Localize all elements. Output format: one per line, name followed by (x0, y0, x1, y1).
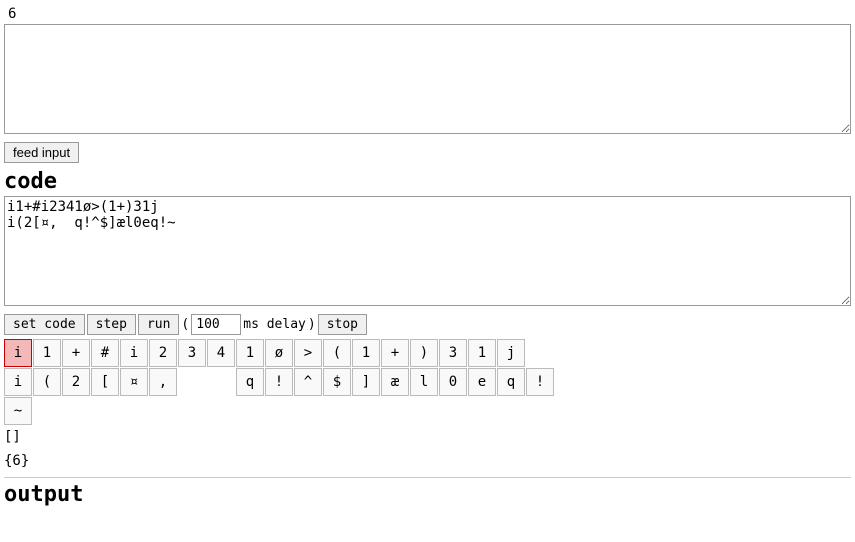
char-cell[interactable]: ! (265, 368, 293, 396)
char-cell[interactable]: j (497, 339, 525, 367)
code-label: code (4, 169, 851, 194)
char-cell[interactable]: i (4, 339, 32, 367)
char-cell[interactable]: ( (33, 368, 61, 396)
paren-open: ( (181, 317, 189, 332)
output-label: output (4, 482, 851, 507)
char-cell[interactable]: > (294, 339, 322, 367)
char-cell[interactable]: ] (352, 368, 380, 396)
stop-button[interactable]: stop (318, 314, 367, 335)
char-cell[interactable]: ! (526, 368, 554, 396)
char-cell[interactable]: 1 (33, 339, 61, 367)
char-cell[interactable]: q (497, 368, 525, 396)
result-line: {6} (4, 453, 851, 469)
char-cell[interactable]: ø (265, 339, 293, 367)
char-cell[interactable]: i (4, 368, 32, 396)
toolbar: set code step run ( ms delay ) stop (4, 314, 851, 335)
char-cell[interactable]: 1 (236, 339, 264, 367)
char-cell[interactable]: # (91, 339, 119, 367)
ms-delay-input[interactable] (191, 314, 241, 335)
char-cell[interactable]: + (381, 339, 409, 367)
step-button[interactable]: step (87, 314, 136, 335)
char-cell (207, 368, 235, 396)
char-cell[interactable]: ¤ (120, 368, 148, 396)
char-cell[interactable]: 1 (352, 339, 380, 367)
top-number: 6 (4, 4, 851, 24)
set-code-button[interactable]: set code (4, 314, 85, 335)
char-cell[interactable]: + (62, 339, 90, 367)
char-cell[interactable]: 3 (439, 339, 467, 367)
feed-input-button[interactable]: feed input (4, 142, 79, 163)
char-cell[interactable]: 2 (62, 368, 90, 396)
char-cell (526, 339, 554, 367)
char-cell[interactable]: ( (323, 339, 351, 367)
char-grid: i1+#i2341ø>(1+)31ji(2[¤,q!^$]æl0eq!~ (4, 339, 851, 425)
ms-delay-label: ms delay (243, 317, 306, 332)
char-cell[interactable]: q (236, 368, 264, 396)
char-cell[interactable]: e (468, 368, 496, 396)
char-cell[interactable]: 3 (178, 339, 206, 367)
char-cell[interactable]: l (410, 368, 438, 396)
run-button[interactable]: run (138, 314, 179, 335)
char-cell[interactable]: 0 (439, 368, 467, 396)
code-textarea[interactable] (4, 196, 851, 306)
char-cell[interactable]: æ (381, 368, 409, 396)
char-cell[interactable]: ^ (294, 368, 322, 396)
char-cell[interactable]: 2 (149, 339, 177, 367)
char-cell (178, 368, 206, 396)
char-cell[interactable]: ) (410, 339, 438, 367)
brackets-line: [] (4, 429, 851, 445)
char-cell[interactable]: i (120, 339, 148, 367)
char-cell[interactable]: ~ (4, 397, 32, 425)
top-textarea[interactable] (4, 24, 851, 134)
char-cell[interactable]: 1 (468, 339, 496, 367)
char-cell[interactable]: $ (323, 368, 351, 396)
char-cell[interactable]: 4 (207, 339, 235, 367)
char-cell[interactable]: , (149, 368, 177, 396)
paren-close: ) (308, 317, 316, 332)
divider (4, 477, 851, 478)
char-cell[interactable]: [ (91, 368, 119, 396)
